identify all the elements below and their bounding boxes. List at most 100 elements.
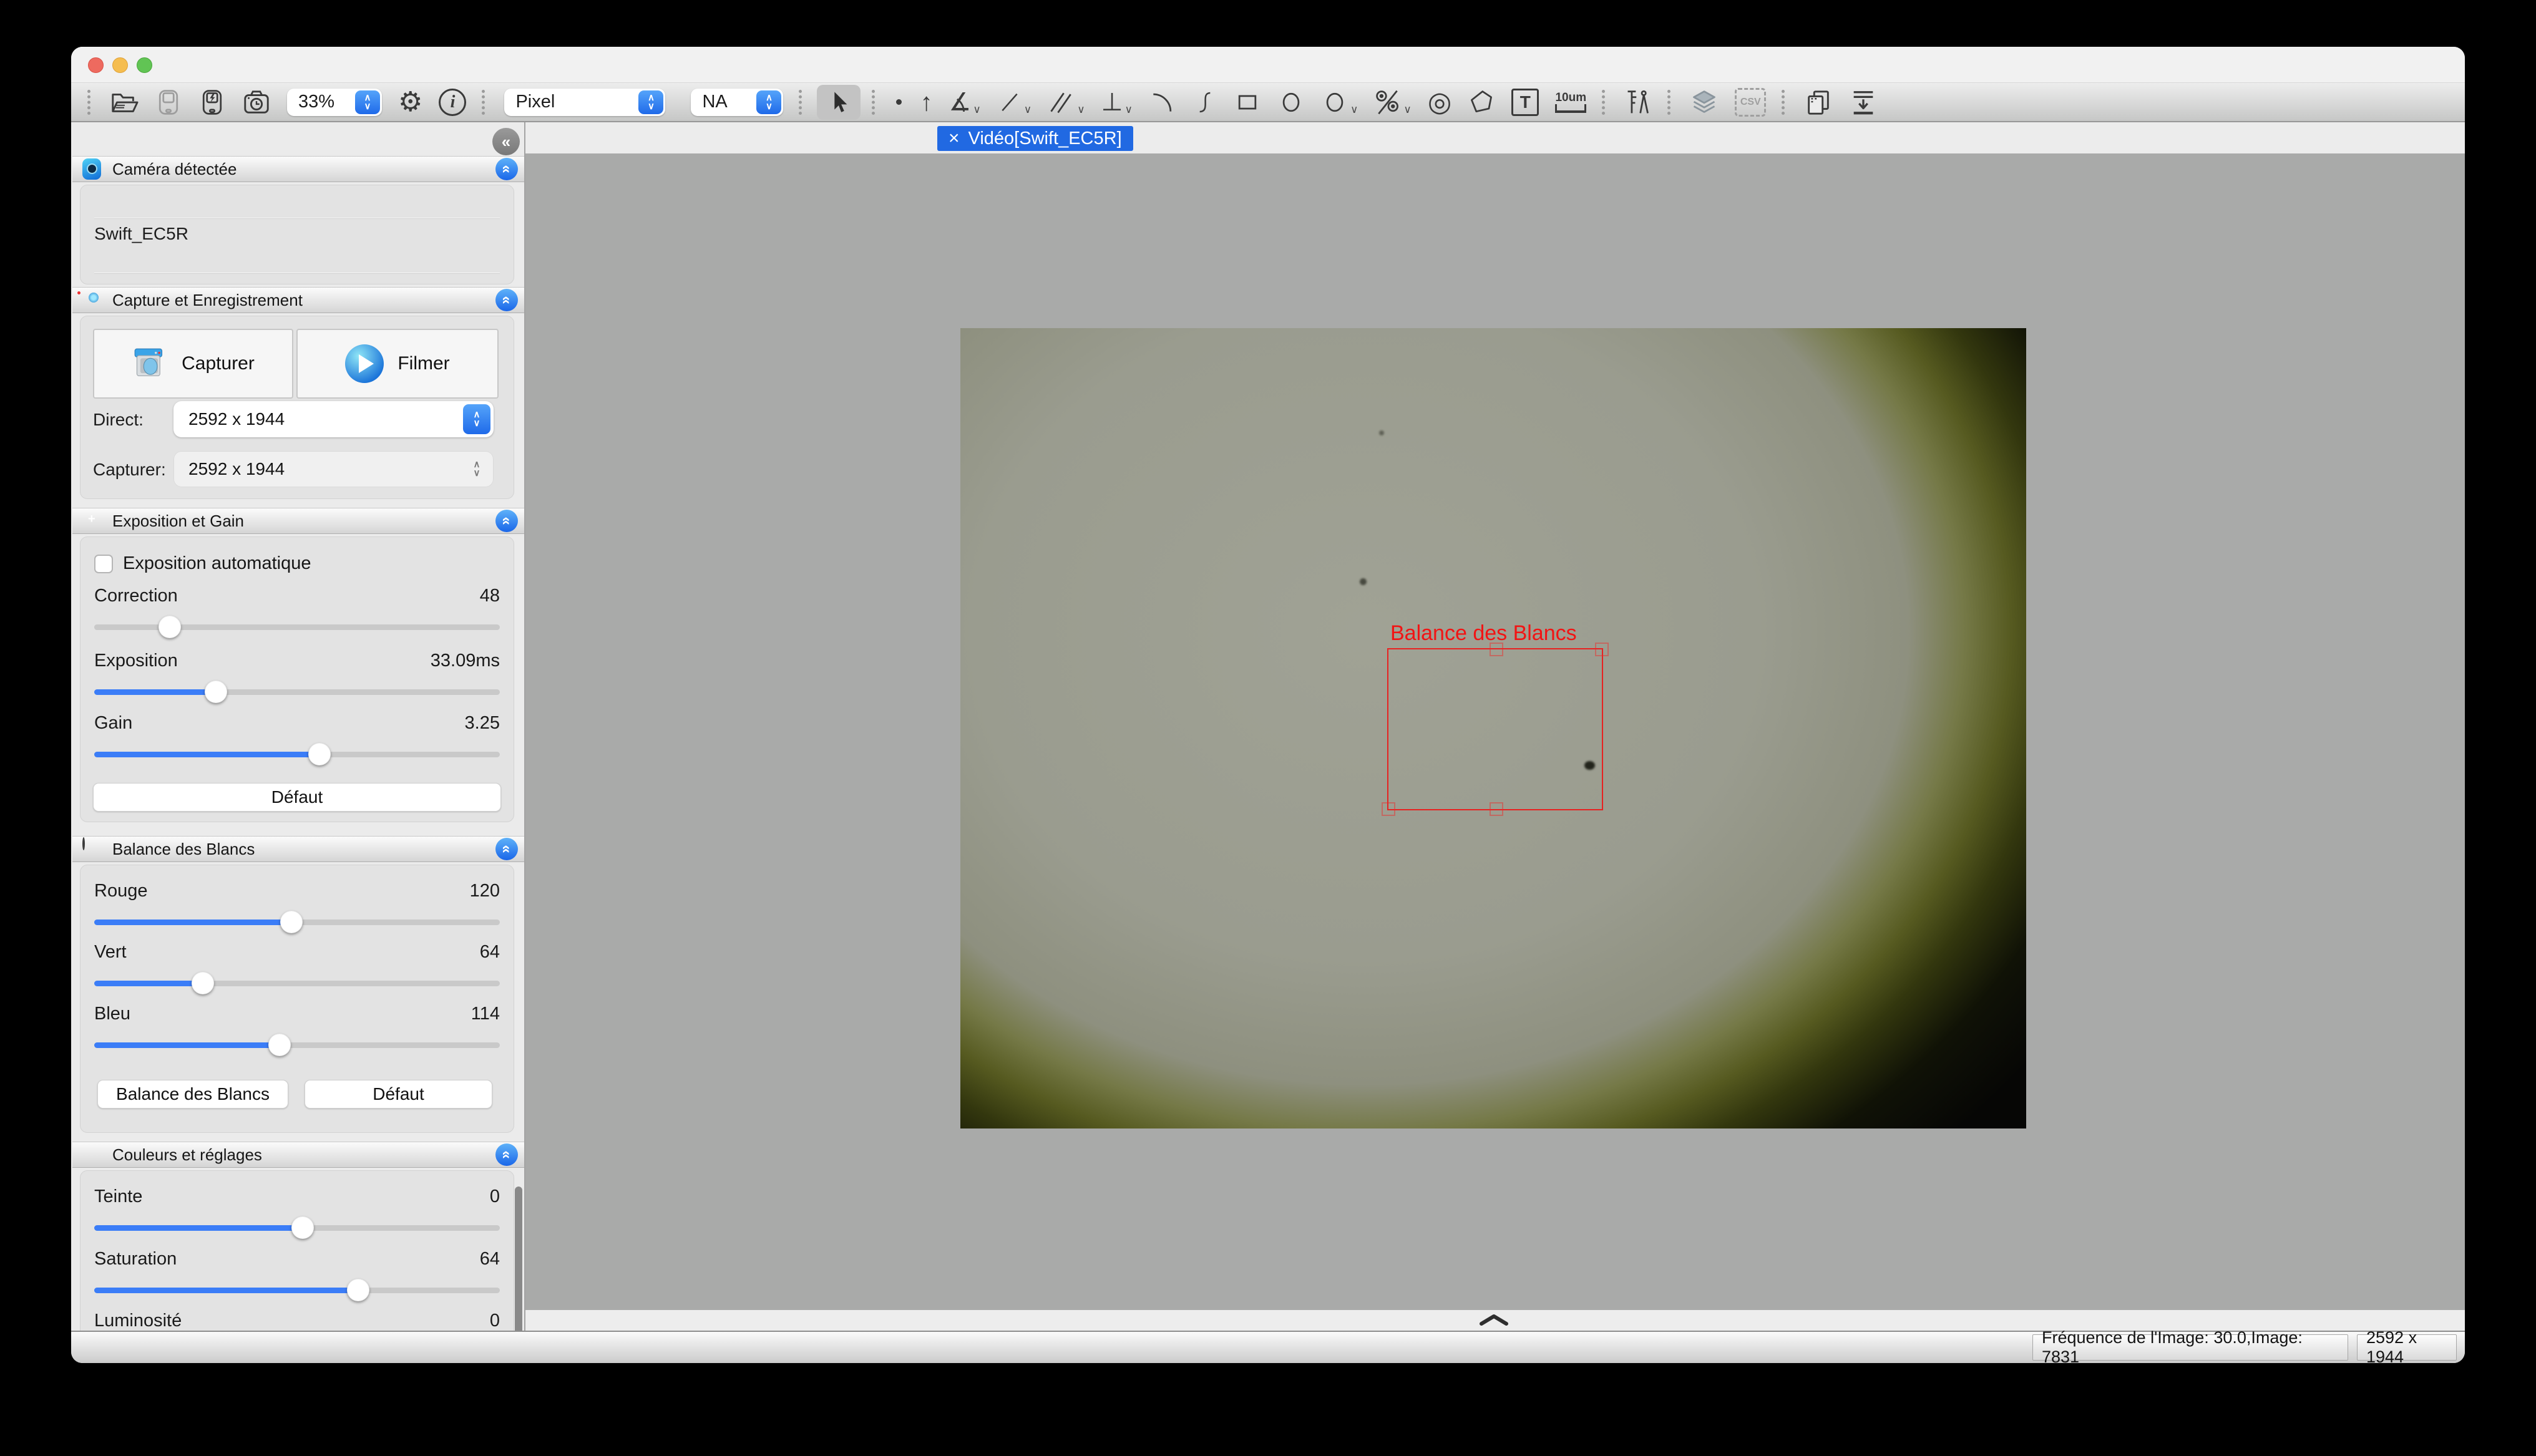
collapse-section-icon[interactable]: « <box>495 1143 518 1166</box>
timed-capture-icon[interactable] <box>242 88 271 117</box>
collapse-section-icon[interactable]: « <box>495 838 518 860</box>
capture-resolution-select[interactable]: 2592 x 1944 ∧∨ <box>173 451 494 487</box>
info-icon[interactable]: i <box>439 89 466 116</box>
slider-thumb[interactable] <box>291 1216 314 1239</box>
live-resolution-select[interactable]: 2592 x 1944 ∧∨ <box>173 401 494 437</box>
camera-icon <box>82 289 104 311</box>
parallel-lines-tool-icon[interactable]: ∨ <box>1048 89 1085 116</box>
titlebar <box>71 47 2465 82</box>
colors-panel: Teinte0 Saturation64 Luminosité0 <box>80 1170 514 1331</box>
close-tab-icon[interactable]: × <box>949 129 960 148</box>
toolbar-separator <box>1782 90 1788 115</box>
text-tool-icon[interactable]: T <box>1511 89 1539 116</box>
white-balance-default-button[interactable]: Défaut <box>305 1080 492 1109</box>
saturation-slider[interactable]: Saturation64 <box>94 1249 500 1309</box>
duplicate-icon[interactable] <box>1804 88 1833 117</box>
rectangle-tool-icon[interactable] <box>1234 89 1261 116</box>
zoom-select[interactable]: 33% ∧∨ <box>287 89 382 116</box>
collapse-sidebar-button[interactable]: « <box>492 128 520 155</box>
na-select[interactable]: NA ∧∨ <box>691 89 783 116</box>
unit-select[interactable]: Pixel ∧∨ <box>504 89 665 116</box>
dust-speck <box>1379 430 1384 435</box>
curve-tool-icon[interactable] <box>1192 89 1217 116</box>
ellipse-tool-icon[interactable] <box>1277 89 1305 116</box>
slider-thumb[interactable] <box>158 616 181 638</box>
settings-gear-icon[interactable]: ⚙ <box>398 89 422 116</box>
video-tab[interactable]: × Vidéo[Swift_EC5R] <box>937 126 1133 151</box>
save-icon[interactable] <box>155 88 182 117</box>
region-handle[interactable] <box>1490 643 1503 656</box>
white-balance-button[interactable]: Balance des Blancs <box>97 1080 288 1109</box>
section-header-colors[interactable]: Couleurs et réglages « <box>72 1142 524 1168</box>
concentric-circles-tool-icon[interactable]: ◎ <box>1428 89 1451 116</box>
angle-tool-icon[interactable]: ∡∨ <box>949 89 980 116</box>
white-balance-overlay-label: Balance des Blancs <box>1390 621 1577 646</box>
section-header-white-balance[interactable]: Balance des Blancs « <box>72 836 524 862</box>
pointer-tool-selected[interactable] <box>817 85 861 120</box>
slider-thumb[interactable] <box>205 681 227 703</box>
layers-icon[interactable] <box>1690 89 1719 116</box>
section-header-camera[interactable]: Caméra détectée « <box>72 156 524 182</box>
open-folder-icon[interactable] <box>110 88 139 117</box>
collapse-section-icon[interactable]: « <box>495 158 518 180</box>
hue-slider[interactable]: Teinte0 <box>94 1187 500 1246</box>
perpendicular-tool-icon[interactable]: ⊥∨ <box>1101 89 1133 116</box>
stepper-icon[interactable]: ∧∨ <box>355 90 380 114</box>
sidebar-scrollbar[interactable] <box>515 1187 522 1331</box>
arrow-tool-icon[interactable]: ↑ <box>920 89 932 116</box>
expand-panel-icon[interactable] <box>1479 1314 1509 1329</box>
workspace: × Vidéo[Swift_EC5R] Balance des Blancs <box>525 122 2465 1331</box>
auto-exposure-checkbox[interactable] <box>94 555 113 573</box>
region-handle[interactable] <box>1595 643 1609 656</box>
stepper-icon[interactable]: ∧∨ <box>463 404 490 434</box>
resolution-cell: 2592 x 1944 <box>2357 1334 2457 1361</box>
white-balance-region[interactable] <box>1387 648 1603 810</box>
polygon-tool-icon[interactable] <box>1468 89 1495 116</box>
gain-slider[interactable]: Gain3.25 <box>94 713 500 773</box>
canvas-area[interactable]: Balance des Blancs <box>525 153 2465 1310</box>
camera-live-image[interactable]: Balance des Blancs <box>960 328 2026 1128</box>
section-header-exposure[interactable]: + Exposition et Gain « <box>72 508 524 534</box>
blue-slider[interactable]: Bleu114 <box>94 1004 500 1064</box>
statusbar: Fréquence de l'Image: 30.0,Image: 7831 2… <box>71 1331 2465 1363</box>
region-handle[interactable] <box>1382 802 1395 816</box>
slider-thumb[interactable] <box>280 911 303 933</box>
camera-list-item[interactable]: Swift_EC5R <box>94 224 188 244</box>
slider-thumb[interactable] <box>192 972 214 994</box>
capture-button[interactable]: Capturer <box>93 329 293 399</box>
correction-slider[interactable]: Correction48 <box>94 586 500 646</box>
line-tool-icon[interactable]: ∨ <box>997 89 1031 116</box>
csv-export-icon[interactable]: CSV <box>1735 88 1766 117</box>
burst-capture-icon[interactable] <box>198 88 226 117</box>
zoom-value: 33% <box>298 92 349 112</box>
flatten-export-icon[interactable] <box>1849 88 1878 117</box>
section-title: Capture et Enregistrement <box>112 291 495 310</box>
slider-thumb[interactable] <box>347 1279 369 1301</box>
record-button[interactable]: Filmer <box>296 329 499 399</box>
luminosity-slider[interactable]: Luminosité0 <box>94 1311 500 1331</box>
region-handle[interactable] <box>1490 802 1503 816</box>
collapse-section-icon[interactable]: « <box>495 510 518 532</box>
red-slider[interactable]: Rouge120 <box>94 881 500 941</box>
slider-thumb[interactable] <box>268 1034 291 1056</box>
scalebar-tool-icon[interactable]: 10um <box>1555 92 1586 113</box>
point-tool-icon[interactable] <box>896 99 902 105</box>
green-slider[interactable]: Vert64 <box>94 942 500 1002</box>
caliper-tool-icon[interactable] <box>1624 88 1652 117</box>
live-resolution-label: Direct: <box>93 410 144 430</box>
stepper-icon[interactable]: ∧∨ <box>756 90 781 114</box>
arc-tool-icon[interactable] <box>1149 89 1176 116</box>
minimize-window-button[interactable] <box>112 57 128 73</box>
section-header-capture[interactable]: Capture et Enregistrement « <box>72 287 524 313</box>
exposure-default-button[interactable]: Défaut <box>93 783 501 812</box>
close-window-button[interactable] <box>88 57 104 73</box>
linked-circles-tool-icon[interactable]: ∨ <box>1374 89 1411 116</box>
slider-thumb[interactable] <box>308 743 331 765</box>
zoom-window-button[interactable] <box>137 57 152 73</box>
collapse-section-icon[interactable]: « <box>495 289 518 311</box>
stepper-icon[interactable]: ∧∨ <box>638 90 663 114</box>
stepper-icon[interactable]: ∧∨ <box>463 454 490 484</box>
circle-tool-icon[interactable]: ∨ <box>1321 89 1358 116</box>
exposure-slider[interactable]: Exposition33.09ms <box>94 651 500 711</box>
screen: 33% ∧∨ ⚙ i Pixel ∧∨ NA ∧∨ ↑ ∡∨ ∨ ∨ ⊥∨ <box>0 0 2536 1456</box>
